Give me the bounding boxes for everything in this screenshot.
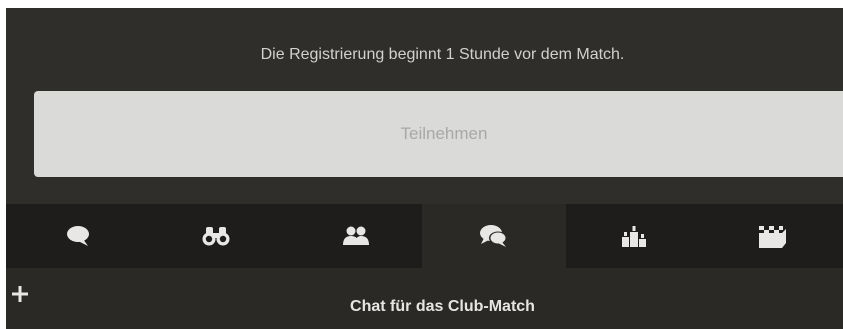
tab-members[interactable] — [284, 204, 428, 268]
match-panel: Die Registrierung beginnt 1 Stunde vor d… — [6, 8, 843, 329]
binoculars-icon — [202, 227, 230, 246]
checkered-flag-box-icon — [759, 226, 786, 248]
speech-bubble-icon — [67, 226, 89, 246]
tab-binoculars[interactable] — [144, 204, 288, 268]
podium-icon — [622, 226, 646, 247]
chat-bubbles-icon — [480, 225, 507, 247]
chat-header: Chat für das Club-Match — [6, 268, 843, 329]
tab-speech-bubble[interactable] — [6, 204, 150, 268]
tab-standings[interactable] — [562, 204, 706, 268]
join-button-label: Teilnehmen — [400, 124, 488, 143]
chat-title: Chat für das Club-Match — [350, 298, 535, 315]
registration-notice: Die Registrierung beginnt 1 Stunde vor d… — [260, 46, 625, 63]
tab-results[interactable] — [700, 204, 843, 268]
join-button[interactable]: Teilnehmen — [34, 91, 843, 177]
tab-bar — [6, 204, 843, 268]
top-strip — [0, 0, 843, 8]
users-icon — [343, 226, 369, 245]
tab-chat[interactable] — [422, 204, 566, 268]
